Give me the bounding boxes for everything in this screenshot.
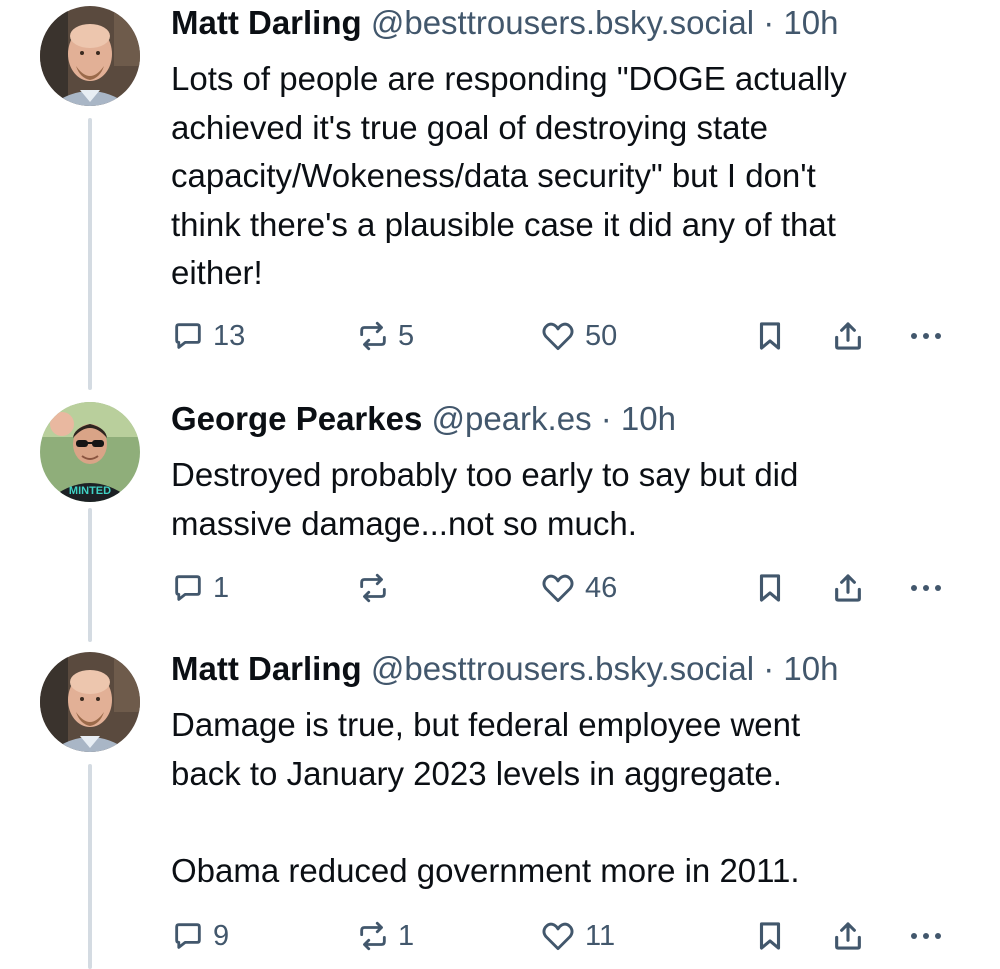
repost-count: 5 <box>398 319 415 352</box>
heart-icon <box>542 574 574 603</box>
more-button[interactable] <box>906 566 946 610</box>
post-text: Damage is true, but federal employee wen… <box>171 706 801 889</box>
post-actions: 13 5 50 <box>0 314 1000 358</box>
repost-button[interactable] <box>356 566 398 610</box>
author-name[interactable]: Matt Darling <box>171 4 362 41</box>
share-button[interactable] <box>831 566 865 610</box>
author-handle[interactable]: @peark.es <box>432 400 592 437</box>
post-header: Matt Darling @besttrousers.bsky.social ·… <box>171 0 838 46</box>
more-ellipsis-icon <box>911 333 941 339</box>
post[interactable]: Matt Darling @besttrousers.bsky.social ·… <box>0 646 1000 969</box>
share-icon <box>835 574 861 602</box>
reply-button[interactable]: 9 <box>171 914 229 958</box>
post-text: Lots of people are responding "DOGE actu… <box>171 60 847 291</box>
reply-bubble-icon <box>175 923 201 949</box>
bookmark-icon <box>759 322 781 350</box>
post-time[interactable]: 10h <box>621 400 676 437</box>
reply-bubble-icon <box>175 323 201 349</box>
repost-count: 1 <box>398 919 415 952</box>
author-avatar[interactable] <box>40 6 140 106</box>
bookmark-button[interactable] <box>753 566 787 610</box>
repost-button[interactable]: 1 <box>356 914 414 958</box>
author-name[interactable]: George Pearkes <box>171 400 422 437</box>
share-icon <box>835 322 861 350</box>
separator: · <box>763 650 775 687</box>
more-button[interactable] <box>906 914 946 958</box>
bookmark-button[interactable] <box>753 314 787 358</box>
post-header: Matt Darling @besttrousers.bsky.social ·… <box>171 646 838 692</box>
bald-man-avatar <box>40 652 140 752</box>
author-handle[interactable]: @besttrousers.bsky.social <box>371 4 754 41</box>
reply-button[interactable]: 13 <box>171 314 245 358</box>
author-avatar[interactable]: MINTED <box>40 402 140 502</box>
more-ellipsis-icon <box>911 933 941 939</box>
like-button[interactable]: 46 <box>539 566 617 610</box>
more-ellipsis-icon <box>911 585 941 591</box>
separator: · <box>763 4 775 41</box>
like-count: 11 <box>585 919 616 952</box>
repost-arrows-icon <box>360 921 386 951</box>
repost-arrows-icon <box>360 321 386 351</box>
author-handle[interactable]: @besttrousers.bsky.social <box>371 650 754 687</box>
more-button[interactable] <box>906 314 946 358</box>
reply-count: 1 <box>213 571 230 604</box>
post-text: Destroyed probably too early to say but … <box>171 456 799 542</box>
post-header: George Pearkes @peark.es · 10h <box>171 396 676 442</box>
like-count: 46 <box>585 571 618 604</box>
reply-button[interactable]: 1 <box>171 566 229 610</box>
svg-text:MINTED: MINTED <box>69 485 111 497</box>
author-name[interactable]: Matt Darling <box>171 650 362 687</box>
post[interactable]: Matt Darling @besttrousers.bsky.social ·… <box>0 0 1000 390</box>
bald-man-avatar <box>40 6 140 106</box>
bookmark-icon <box>759 574 781 602</box>
like-button[interactable]: 50 <box>539 314 617 358</box>
reply-count: 9 <box>213 919 230 952</box>
share-icon <box>835 922 861 950</box>
reply-count: 13 <box>213 319 246 352</box>
heart-icon <box>542 322 574 351</box>
heart-icon <box>542 922 574 951</box>
bookmark-button[interactable] <box>753 914 787 958</box>
author-avatar[interactable] <box>40 652 140 752</box>
post-actions: 9 1 11 <box>0 914 1000 958</box>
man-with-sunglasses-avatar: MINTED <box>40 402 140 502</box>
post-actions: 1 46 <box>0 566 1000 610</box>
repost-button[interactable]: 5 <box>356 314 414 358</box>
like-count: 50 <box>585 319 618 352</box>
bookmark-icon <box>759 922 781 950</box>
separator: · <box>600 400 612 437</box>
share-button[interactable] <box>831 914 865 958</box>
like-button[interactable]: 11 <box>539 914 615 958</box>
post[interactable]: MINTED George Pearkes @peark.es · 10h De… <box>0 396 1000 646</box>
reply-bubble-icon <box>175 575 201 601</box>
repost-arrows-icon <box>360 573 386 603</box>
post-time[interactable]: 10h <box>783 650 838 687</box>
post-time[interactable]: 10h <box>783 4 838 41</box>
share-button[interactable] <box>831 314 865 358</box>
